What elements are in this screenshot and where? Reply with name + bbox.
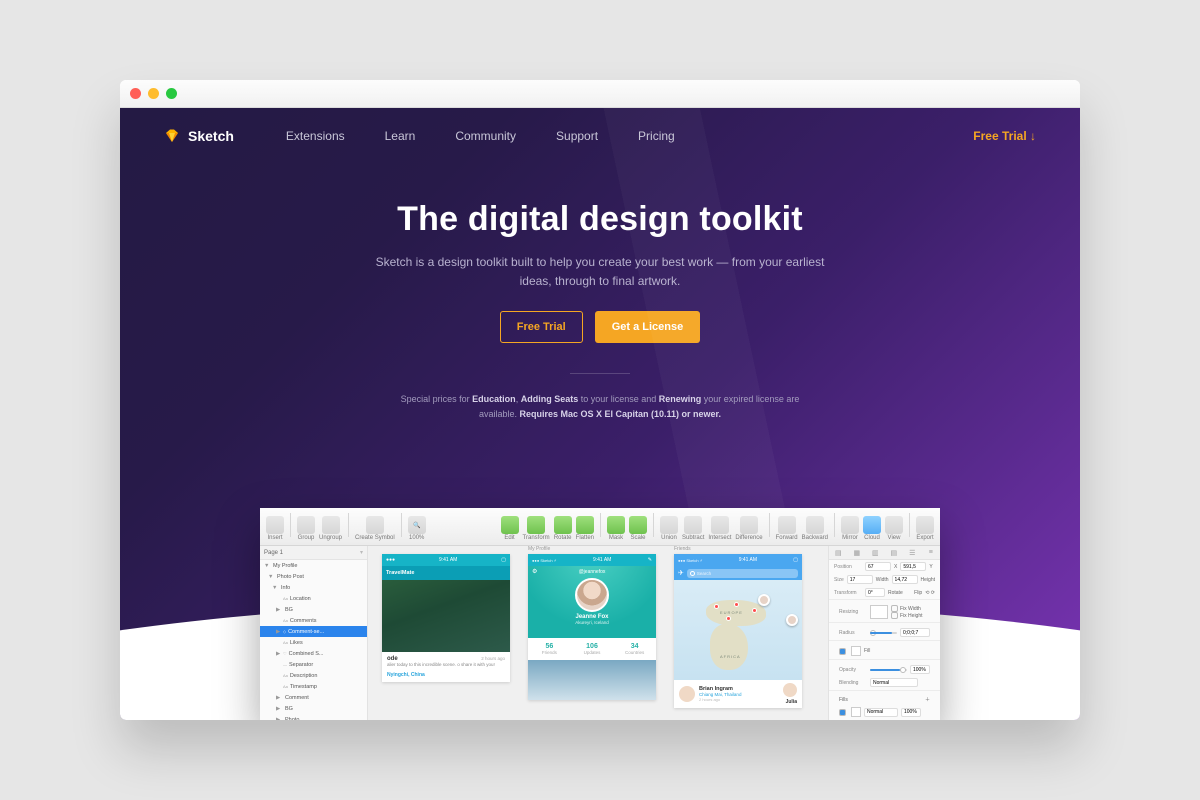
tb-mask[interactable]: Mask [607,516,625,541]
free-trial-button[interactable]: Free Trial [500,311,583,343]
avatar [679,686,695,702]
blending-select[interactable] [870,678,918,687]
tb-scale[interactable]: Scale [629,516,647,541]
layer-row[interactable]: AaLikes [260,637,367,648]
tb-edit[interactable]: Edit [501,516,519,541]
avatar [575,578,609,612]
tb-backward[interactable]: Backward [802,516,828,541]
layer-row[interactable]: AaTimestamp [260,681,367,692]
rotate-input[interactable] [865,588,885,597]
minimize-window-icon[interactable] [148,88,159,99]
hero: The digital design toolkit Sketch is a d… [120,164,1080,421]
artboard-photo-post[interactable]: ●●●9:41 AM▢ TravelMate ode 2 hours ago a… [382,554,510,682]
tb-rotate[interactable]: Rotate [554,516,572,541]
layer-row[interactable]: ▼My Profile [260,560,367,571]
tb-forward[interactable]: Forward [776,516,798,541]
height-input[interactable] [892,575,918,584]
tb-mirror[interactable]: Mirror [841,516,859,541]
layers-panel: Page 1 ▾ ▼My Profile▼Photo Post▼InfoAaLo… [260,546,368,720]
nav-learn[interactable]: Learn [385,129,416,143]
zoom-window-icon[interactable] [166,88,177,99]
layer-row[interactable]: ▶♡Combined S... [260,648,367,659]
nav-pricing[interactable]: Pricing [638,129,675,143]
search-input[interactable]: Search [687,569,798,578]
tb-insert[interactable]: Insert [266,516,284,541]
tb-flatten[interactable]: Flatten [576,516,594,541]
layer-row[interactable]: AaDescription [260,670,367,681]
nav-community[interactable]: Community [455,129,516,143]
tb-intersect[interactable]: Intersect [708,516,731,541]
layer-row[interactable]: ▶BG [260,604,367,615]
layer-row[interactable]: ▼Photo Post [260,571,367,582]
get-license-button[interactable]: Get a License [595,311,701,343]
align-tabs[interactable]: ▤▦▥▤☰≡ [829,546,940,560]
opacity-input[interactable] [910,665,930,674]
top-nav: Sketch Extensions Learn Community Suppor… [120,108,1080,164]
tb-create-symbol[interactable]: Create Symbol [355,516,395,541]
tb-view[interactable]: View [885,516,903,541]
tb-zoom[interactable]: 🔍100% [408,516,426,541]
page-selector[interactable]: Page 1 ▾ [260,546,367,560]
tb-export[interactable]: Export [916,516,934,541]
window-titlebar [120,80,1080,108]
width-input[interactable] [847,575,873,584]
artboard-friends[interactable]: ●●● Sketch ⚡︎9:41 AM▢ ✈ Search EUROPE AF… [674,554,802,708]
radius-input[interactable] [900,628,930,637]
sketch-logo-icon [164,128,180,144]
browser-window: Sketch Extensions Learn Community Suppor… [120,80,1080,720]
artboard-label: My Profile [528,546,550,552]
divider [570,373,630,374]
fine-print: Special prices for Education, Adding Sea… [385,392,815,421]
pos-y-input[interactable] [900,562,926,571]
layer-row[interactable]: ▶◇Comment-se... [260,626,367,637]
layer-row[interactable]: AaComments [260,615,367,626]
brand-name: Sketch [188,128,234,144]
inspector-panel: ▤▦▥▤☰≡ Position X Y Size Width Height Tr… [828,546,940,720]
nav-support[interactable]: Support [556,129,598,143]
layer-row[interactable]: AaLocation [260,593,367,604]
tb-subtract[interactable]: Subtract [682,516,704,541]
layer-row[interactable]: ▶Comment [260,692,367,703]
search-icon [690,571,695,576]
nav-extensions[interactable]: Extensions [286,129,345,143]
hero-buttons: Free Trial Get a License [180,311,1020,343]
tb-difference[interactable]: Difference [735,516,762,541]
hero-lead: Sketch is a design toolkit built to help… [370,253,830,291]
page-viewport: Sketch Extensions Learn Community Suppor… [120,108,1080,720]
tb-cloud[interactable]: Cloud [863,516,881,541]
tb-group[interactable]: Group [297,516,315,541]
layer-row[interactable]: —Separator [260,659,367,670]
layer-row[interactable]: ▶BG [260,703,367,714]
close-window-icon[interactable] [130,88,141,99]
hero-title: The digital design toolkit [180,200,1020,239]
artboard-my-profile[interactable]: ●●● Sketch ⚡︎9:41 AM✎ ⚙ @jeannefox Jeann… [528,554,656,700]
brand[interactable]: Sketch [164,128,234,144]
tb-union[interactable]: Union [660,516,678,541]
app-toolbar: Insert Group Ungroup Create Symbol 🔍100%… [260,508,940,546]
pos-x-input[interactable] [865,562,891,571]
tb-ungroup[interactable]: Ungroup [319,516,342,541]
tb-transform[interactable]: Transform [523,516,550,541]
canvas[interactable]: ●●●9:41 AM▢ TravelMate ode 2 hours ago a… [368,546,828,720]
layer-row[interactable]: ▼Info [260,582,367,593]
app-screenshot: Insert Group Ungroup Create Symbol 🔍100%… [260,508,940,720]
layer-row[interactable]: ▶Photo [260,714,367,720]
nav-free-trial[interactable]: Free Trial ↓ [973,129,1036,143]
artboard-label: Friends [674,546,691,552]
